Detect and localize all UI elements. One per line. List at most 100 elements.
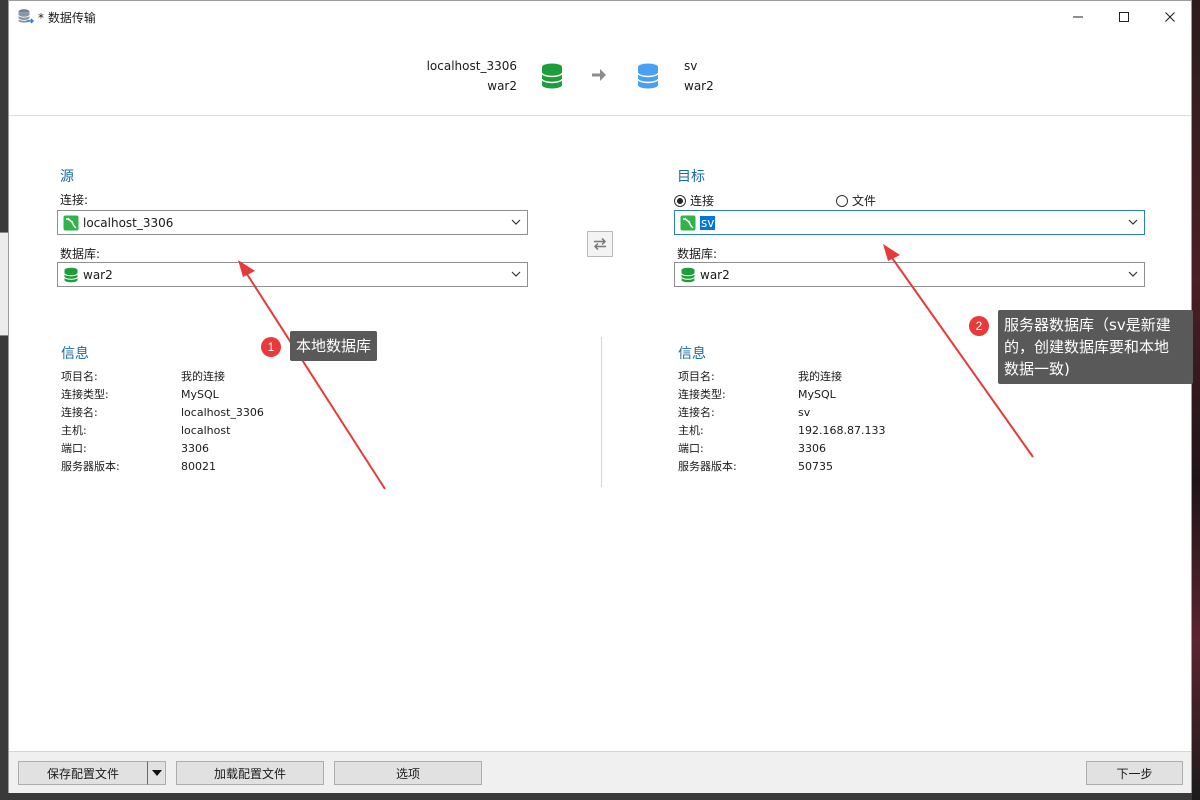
next-button[interactable]: 下一步 xyxy=(1086,761,1183,785)
annotation-badge-1: 1 xyxy=(261,337,281,357)
target-database-value: war2 xyxy=(700,267,730,282)
header-target: sv war2 xyxy=(684,56,714,96)
info-row: 服务器版本: 50735 xyxy=(678,458,885,476)
source-info-title: 信息 xyxy=(61,346,89,362)
info-key: 项目名: xyxy=(61,370,98,383)
options-button[interactable]: 选项 xyxy=(334,761,482,785)
info-row: 项目名: 我的连接 xyxy=(61,368,264,386)
info-key: 服务器版本: xyxy=(678,460,737,473)
info-value: 80021 xyxy=(181,460,216,473)
target-database-select[interactable]: war2 xyxy=(674,262,1145,287)
chevron-down-icon xyxy=(1128,219,1138,225)
source-connection-value: localhost_3306 xyxy=(83,215,174,230)
minimize-icon xyxy=(1073,16,1083,17)
target-database-label: 数据库: xyxy=(677,247,718,261)
info-key: 连接名: xyxy=(61,406,98,419)
info-value: localhost xyxy=(181,424,231,437)
mysql-connection-icon xyxy=(63,215,79,230)
source-connection-label: 连接: xyxy=(60,193,89,207)
info-value: 50735 xyxy=(798,460,833,473)
close-button[interactable] xyxy=(1147,1,1193,32)
annotation-arrow-2-head xyxy=(883,244,900,261)
mysql-connection-icon xyxy=(680,215,696,230)
annotation-callout-2: 服务器数据库（sv是新建 的，创建数据库要和本地 数据一致) xyxy=(998,310,1193,384)
info-value: MySQL xyxy=(181,388,219,401)
info-key: 连接名: xyxy=(678,406,715,419)
header-source: localhost_3306 war2 xyxy=(427,56,517,96)
minimize-button[interactable] xyxy=(1055,1,1101,32)
info-value: MySQL xyxy=(798,388,836,401)
info-divider xyxy=(601,337,602,487)
source-connection-select[interactable]: localhost_3306 xyxy=(57,210,528,235)
data-transfer-window: * 数据传输 localhost_3306 war2 sv war2 源 连接:… xyxy=(8,0,1193,793)
maximize-icon xyxy=(1119,11,1129,22)
info-row: 连接名: localhost_3306 xyxy=(61,404,264,422)
info-value: 我的连接 xyxy=(181,370,225,383)
target-connection-select[interactable]: sv xyxy=(674,210,1145,235)
annotation-callout-2-line: 数据一致) xyxy=(1004,360,1070,378)
info-key: 主机: xyxy=(61,424,87,437)
info-row: 端口: 3306 xyxy=(61,440,264,458)
header-source-connection: localhost_3306 xyxy=(426,59,517,73)
info-key: 主机: xyxy=(678,424,704,437)
swap-source-target-button[interactable] xyxy=(587,231,613,257)
info-key: 服务器版本: xyxy=(61,460,120,473)
info-key: 端口: xyxy=(61,442,87,455)
info-value: 3306 xyxy=(181,442,209,455)
database-icon xyxy=(681,267,695,282)
radio-unchecked-icon xyxy=(836,194,848,207)
annotation-callout-2-line: 服务器数据库（sv是新建 xyxy=(1004,316,1171,334)
load-profile-button[interactable]: 加载配置文件 xyxy=(176,761,324,785)
info-row: 端口: 3306 xyxy=(678,440,885,458)
annotation-callout-1: 本地数据库 xyxy=(290,331,378,361)
annotation-badge-2: 2 xyxy=(969,316,989,336)
header-target-connection: sv xyxy=(684,59,698,73)
info-row: 主机: 192.168.87.133 xyxy=(678,422,885,440)
info-key: 端口: xyxy=(678,442,704,455)
dropdown-triangle-icon xyxy=(151,770,162,776)
header-source-database: war2 xyxy=(487,79,517,93)
info-row: 服务器版本: 80021 xyxy=(61,458,264,476)
data-transfer-app-icon xyxy=(18,9,34,24)
source-database-value: war2 xyxy=(83,267,113,282)
annotation-callout-2-line: 的，创建数据库要和本地 xyxy=(1004,338,1170,356)
maximize-button[interactable] xyxy=(1101,1,1147,32)
target-radio-connection[interactable]: 连接 xyxy=(674,192,714,209)
chevron-down-icon xyxy=(511,271,521,277)
info-value: 我的连接 xyxy=(798,370,842,383)
source-database-icon xyxy=(541,63,563,89)
chevron-down-icon xyxy=(1128,271,1138,277)
transfer-summary-header: localhost_3306 war2 sv war2 xyxy=(9,32,1191,116)
info-row: 项目名: 我的连接 xyxy=(678,368,885,386)
target-radio-file-label: 文件 xyxy=(852,194,877,208)
source-database-label: 数据库: xyxy=(60,247,101,261)
annotation-arrow-1 xyxy=(244,270,386,490)
info-key: 连接类型: xyxy=(678,388,726,401)
target-radio-connection-label: 连接 xyxy=(690,194,715,208)
database-icon xyxy=(64,267,78,282)
info-key: 项目名: xyxy=(678,370,715,383)
save-profile-button[interactable]: 保存配置文件 xyxy=(18,761,148,785)
footer-bar: 保存配置文件 加载配置文件 选项 下一步 xyxy=(9,751,1191,793)
chevron-down-icon xyxy=(511,219,521,225)
desktop-background-right xyxy=(1192,0,1200,800)
source-info-table: 项目名: 我的连接 连接类型: MySQL 连接名: localhost_3306 主… xyxy=(61,368,264,476)
swap-icon xyxy=(593,237,607,251)
info-value: 192.168.87.133 xyxy=(798,424,886,437)
info-value: 3306 xyxy=(798,442,826,455)
target-info-table: 项目名: 我的连接 连接类型: MySQL 连接名: sv 主机: 192.168.87… xyxy=(678,368,885,476)
header-target-database: war2 xyxy=(684,79,714,93)
source-section-title: 源 xyxy=(60,169,74,185)
info-row: 主机: localhost xyxy=(61,422,264,440)
target-info-title: 信息 xyxy=(678,346,706,362)
target-radio-file[interactable]: 文件 xyxy=(836,192,876,209)
target-section-title: 目标 xyxy=(677,169,705,185)
close-icon xyxy=(1165,11,1175,22)
target-connection-value: sv xyxy=(700,215,716,230)
info-value: sv xyxy=(798,406,811,419)
source-database-select[interactable]: war2 xyxy=(57,262,528,287)
info-key: 连接类型: xyxy=(61,388,109,401)
window-title: * 数据传输 xyxy=(38,11,96,25)
save-profile-dropdown-button[interactable] xyxy=(147,761,166,785)
info-row: 连接类型: MySQL xyxy=(678,386,885,404)
